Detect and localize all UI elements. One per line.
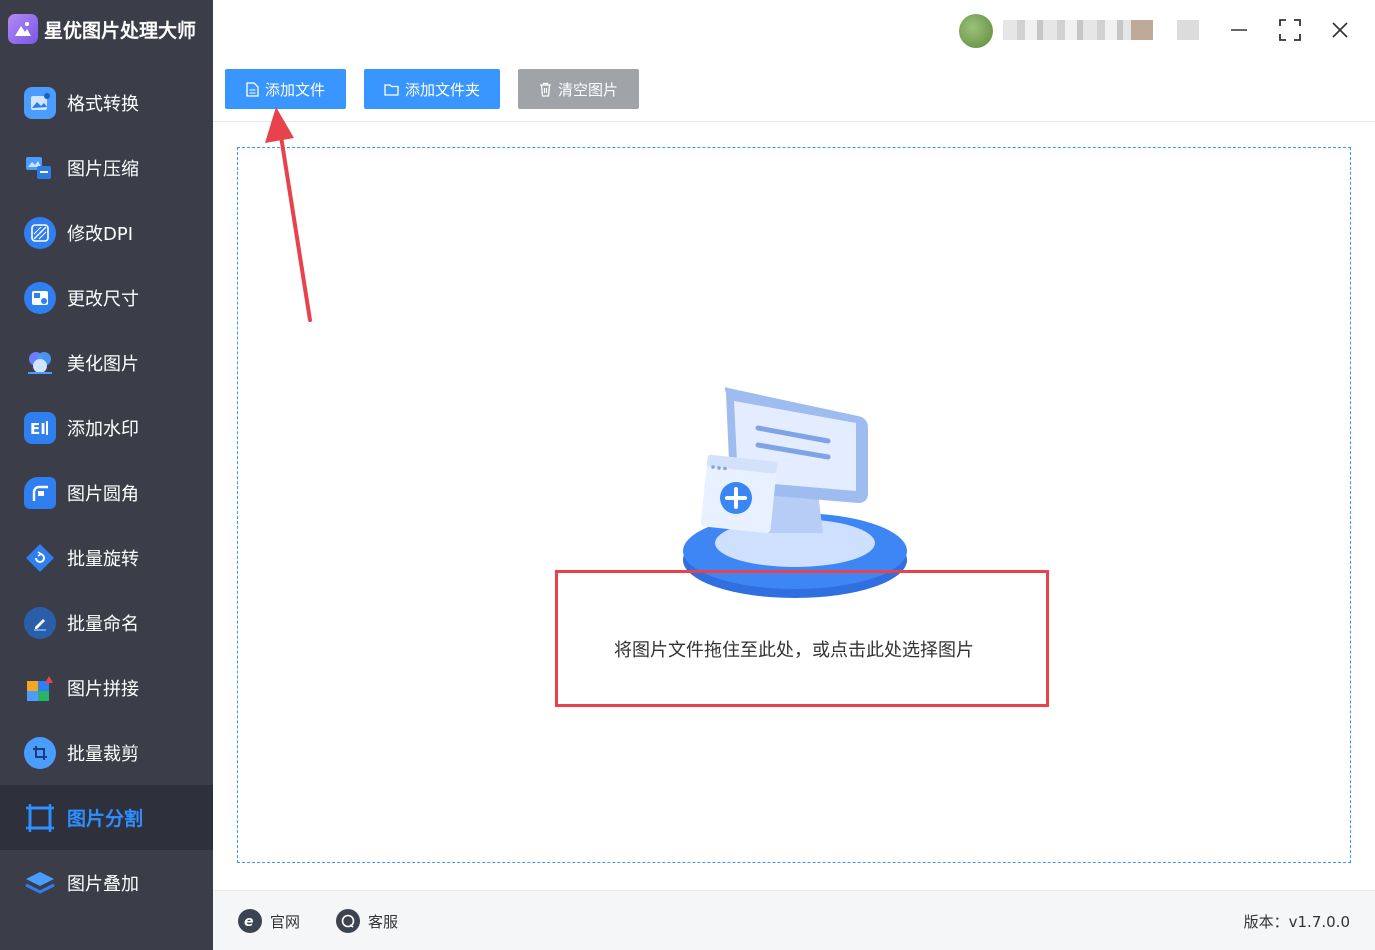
user-avatar[interactable] <box>959 14 993 48</box>
sidebar-item-watermark[interactable]: EI 添加水印 <box>0 395 213 460</box>
rotate-icon <box>24 542 56 574</box>
fullscreen-icon <box>1279 19 1301 41</box>
sidebar-nav: 格式转换 图片压缩 修改DPI 更改尺寸 美化图片 EI 添加水印 图片圆角 批… <box>0 70 213 915</box>
version-text: 版本：v1.7.0.0 <box>1243 913 1350 931</box>
minimize-icon <box>1231 29 1247 31</box>
sidebar-item-format-convert[interactable]: 格式转换 <box>0 70 213 135</box>
sidebar: 星优图片处理大师 格式转换 图片压缩 修改DPI 更改尺寸 美化图片 EI 添加… <box>0 0 213 950</box>
crop-icon <box>24 736 56 769</box>
sidebar-item-layers[interactable]: 图片叠加 <box>0 850 213 915</box>
annotation-highlight-box <box>555 570 1049 707</box>
add-file-label: 添加文件 <box>264 80 325 99</box>
sidebar-item-rename[interactable]: 批量命名 <box>0 590 213 655</box>
ie-browser-icon: e <box>238 909 262 933</box>
app-title: 星优图片处理大师 <box>44 19 197 42</box>
clear-images-label: 清空图片 <box>557 80 618 99</box>
close-icon <box>1332 22 1348 38</box>
sidebar-item-split[interactable]: 图片分割 <box>0 785 213 850</box>
rename-icon <box>24 606 56 639</box>
support-label: 客服 <box>368 912 399 931</box>
split-icon <box>24 802 56 834</box>
title-bar <box>213 0 1375 58</box>
layers-icon <box>24 867 56 899</box>
sidebar-item-rotate[interactable]: 批量旋转 <box>0 525 213 590</box>
footer: e 官网 客服 版本：v1.7.0.0 <box>213 890 1375 950</box>
image-drop-zone[interactable]: 将图片文件拖住至此处，或点击此处选择图片 <box>237 147 1351 863</box>
clear-images-button[interactable]: 清空图片 <box>518 69 639 109</box>
stitch-icon <box>24 672 56 704</box>
watermark-icon: EI <box>24 411 56 444</box>
website-label: 官网 <box>270 912 301 931</box>
rounded-corner-icon <box>24 476 56 509</box>
user-badge-blurred <box>1177 20 1199 40</box>
svg-text:e: e <box>244 914 254 929</box>
image-compress-icon <box>24 152 56 184</box>
sidebar-item-beautify[interactable]: 美化图片 <box>0 330 213 395</box>
dpi-icon <box>24 216 56 249</box>
maximize-button[interactable] <box>1274 14 1306 46</box>
close-button[interactable] <box>1324 14 1356 46</box>
add-folder-label: 添加文件夹 <box>404 80 480 99</box>
app-header: 星优图片处理大师 <box>0 0 213 58</box>
sidebar-item-crop[interactable]: 批量裁剪 <box>0 720 213 785</box>
trash-icon <box>539 82 552 97</box>
file-icon <box>246 81 259 97</box>
sidebar-item-image-compress[interactable]: 图片压缩 <box>0 135 213 200</box>
format-convert-icon <box>24 86 56 119</box>
add-file-button[interactable]: 添加文件 <box>225 69 346 109</box>
folder-icon <box>384 83 399 96</box>
sidebar-item-dpi[interactable]: 修改DPI <box>0 200 213 265</box>
sidebar-item-rounded-corner[interactable]: 图片圆角 <box>0 460 213 525</box>
svg-text:EI: EI <box>30 420 46 438</box>
website-link[interactable]: e 官网 <box>238 909 300 933</box>
app-logo-icon <box>8 14 38 44</box>
add-folder-button[interactable]: 添加文件夹 <box>364 69 500 109</box>
minimize-button[interactable] <box>1223 14 1255 46</box>
resize-icon <box>24 281 56 314</box>
toolbar: 添加文件 添加文件夹 清空图片 <box>213 58 1375 122</box>
sidebar-item-resize[interactable]: 更改尺寸 <box>0 265 213 330</box>
beautify-icon <box>24 347 56 379</box>
chat-bubble-icon <box>336 909 360 933</box>
support-link[interactable]: 客服 <box>336 909 398 933</box>
sidebar-item-stitch[interactable]: 图片拼接 <box>0 655 213 720</box>
user-name-blurred <box>1003 20 1153 40</box>
